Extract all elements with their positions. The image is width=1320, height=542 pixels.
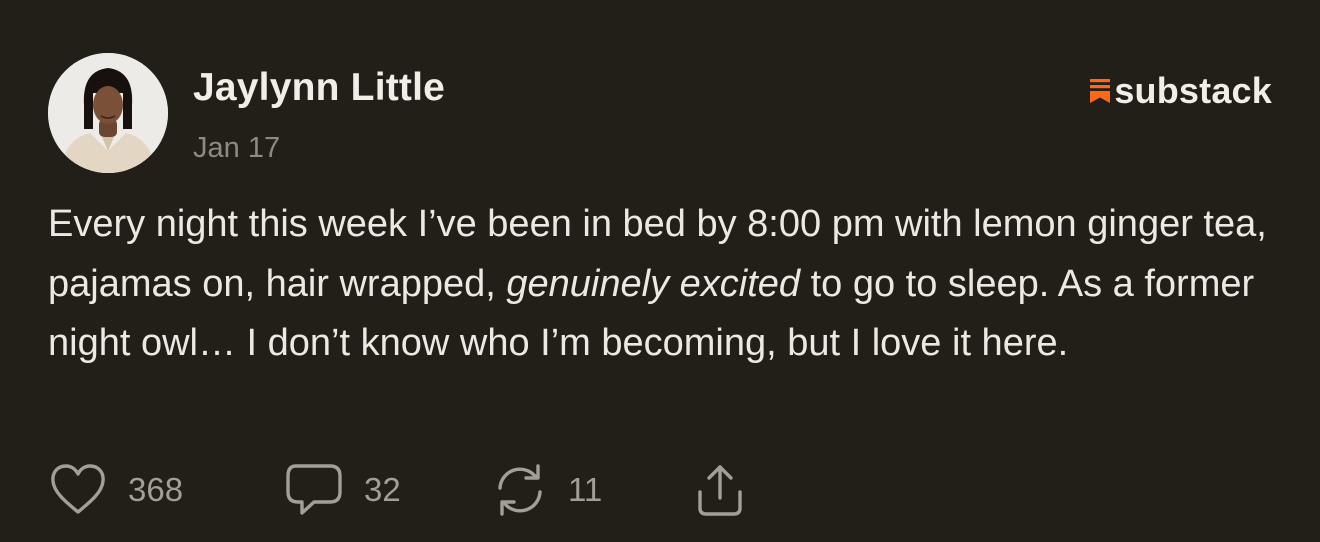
post-body: Every night this week I’ve been in bed b… bbox=[48, 195, 1278, 374]
comment-button[interactable]: 32 bbox=[284, 462, 401, 518]
post-body-emphasis: genuinely excited bbox=[506, 262, 801, 305]
heart-icon bbox=[51, 464, 105, 514]
comment-bubble-icon bbox=[286, 464, 342, 515]
substack-wordmark: substack bbox=[1114, 70, 1272, 111]
restack-count: 11 bbox=[568, 471, 603, 508]
share-button[interactable] bbox=[690, 462, 750, 518]
like-button[interactable]: 368 bbox=[48, 462, 183, 518]
note-card: Jaylynn Little Jan 17 substack Every nig… bbox=[0, 0, 1320, 542]
comment-count: 32 bbox=[364, 471, 401, 508]
post-date[interactable]: Jan 17 bbox=[193, 132, 280, 165]
substack-brand[interactable]: substack bbox=[1090, 70, 1272, 112]
share-icon bbox=[698, 465, 742, 516]
substack-logo-icon bbox=[1090, 79, 1111, 103]
author-name[interactable]: Jaylynn Little bbox=[193, 66, 445, 110]
restack-icon bbox=[498, 464, 542, 516]
avatar[interactable] bbox=[48, 53, 168, 173]
avatar-photo bbox=[48, 53, 168, 173]
like-count: 368 bbox=[128, 471, 184, 508]
restack-button[interactable]: 11 bbox=[492, 462, 602, 518]
